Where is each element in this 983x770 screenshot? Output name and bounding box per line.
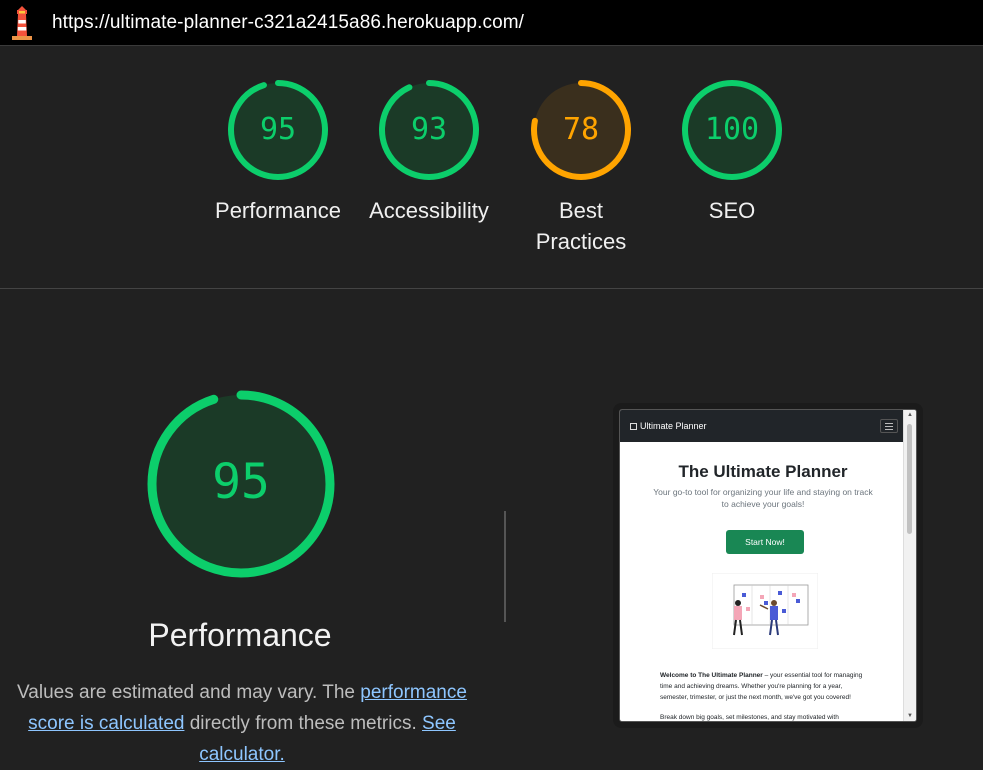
section-divider [0, 288, 983, 289]
scroll-up-icon: ▲ [907, 412, 913, 418]
top-bar: https://ultimate-planner-c321a2415a86.he… [0, 0, 983, 46]
desc-middle: directly from these metrics. [184, 713, 423, 734]
scrollbar-thumb[interactable] [907, 424, 912, 534]
scroll-down-icon: ▼ [907, 713, 913, 719]
gauge-seo[interactable]: 100 SEO [657, 79, 807, 226]
desc-prefix: Values are estimated and may vary. The [17, 682, 361, 703]
gauge-label: Performance [215, 198, 341, 223]
page-screenshot-preview[interactable]: Ultimate Planner The Ultimate Planner Yo… [619, 409, 917, 722]
category-gauges: 95 Performance 93 Accessibility 78 Best … [0, 46, 983, 288]
vertical-divider [504, 511, 506, 622]
performance-description: Values are estimated and may vary. The p… [14, 677, 470, 770]
preview-brand-text: Ultimate Planner [640, 421, 707, 431]
preview-scrollbar[interactable]: ▲ ▼ [903, 410, 916, 721]
gauge-accessibility[interactable]: 93 Accessibility [354, 79, 504, 226]
score-value: 100 [704, 112, 760, 147]
gauge-label: Accessibility [369, 198, 489, 223]
preview-body-text: Welcome to The Ultimate Planner – your e… [660, 670, 870, 721]
hamburger-icon [880, 419, 898, 433]
planner-illustration [712, 573, 818, 649]
preview-navbar: Ultimate Planner [620, 410, 906, 442]
preview-title: The Ultimate Planner [678, 462, 848, 481]
gauge-best-practices[interactable]: 78 Best Practices [506, 79, 656, 257]
gauge-label: Best Practices [535, 198, 627, 254]
preview-subtitle: Your go-to tool for organizing your life… [653, 487, 873, 509]
preview-welcome-bold: Welcome to The Ultimate Planner [660, 672, 763, 679]
performance-title: Performance [148, 617, 332, 653]
performance-score: 95 [212, 454, 270, 510]
gauge-performance[interactable]: 95 Performance [203, 79, 353, 226]
score-value: 93 [410, 112, 448, 147]
preview-para2: Break down big goals, set milestones, an… [660, 714, 839, 721]
preview-start-button: Start Now! [726, 530, 804, 554]
gauge-label: SEO [708, 198, 756, 223]
calendar-icon [630, 423, 637, 430]
score-value: 78 [562, 112, 600, 147]
page-url[interactable]: https://ultimate-planner-c321a2415a86.he… [52, 12, 524, 34]
preview-brand: Ultimate Planner [630, 421, 707, 431]
lighthouse-icon [12, 6, 32, 40]
score-value: 95 [259, 112, 297, 147]
